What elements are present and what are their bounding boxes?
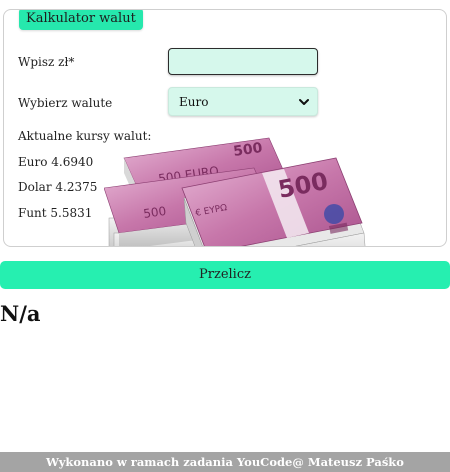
convert-button[interactable]: Przelicz [0,261,450,289]
currency-select-value: Euro [179,95,209,109]
currency-label: Wybierz walute [18,96,113,110]
result-text: N/a [0,301,41,326]
amount-input[interactable] [168,48,318,75]
banknotes-image: 500 500 EURO 500 500 € EYPΩ [104,137,366,246]
form-legend: Kalkulator walut [19,10,143,30]
currency-select[interactable]: Euro [168,87,318,116]
currency-form-fieldset: Kalkulator walut 500 500 EURO 500 500 € … [3,9,447,247]
rate-funt: Funt 5.5831 [18,206,93,220]
chevron-down-icon [299,99,309,105]
rate-dolar: Dolar 4.2375 [18,180,98,194]
amount-label: Wpisz zł* [18,55,75,69]
footer: Wykonano w ramach zadania YouCode@ Mateu… [0,452,450,472]
rate-euro: Euro 4.6940 [18,155,94,169]
rates-title: Aktualne kursy walut: [18,129,152,143]
page: Kalkulator walut 500 500 EURO 500 500 € … [0,0,450,472]
